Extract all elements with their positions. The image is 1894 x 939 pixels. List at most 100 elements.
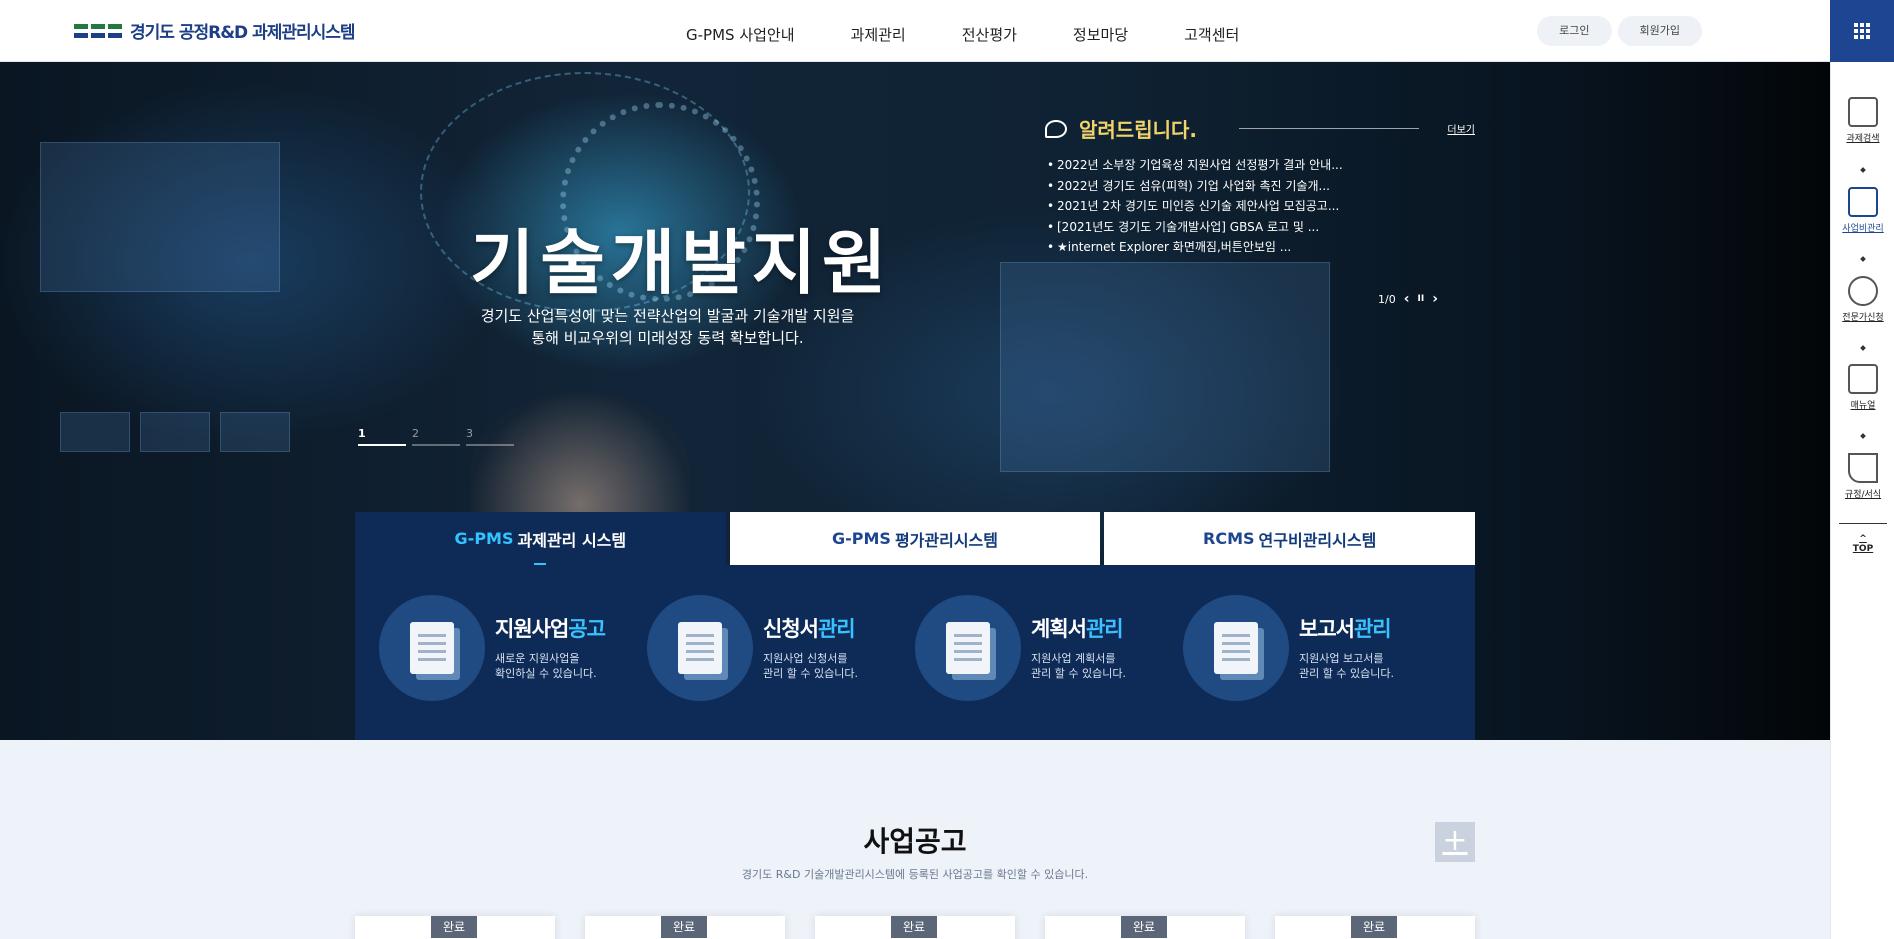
next-arrow-icon[interactable]: › <box>1432 292 1438 306</box>
status-badge: 완료 <box>1351 916 1397 938</box>
budget-document-icon <box>1848 187 1878 217</box>
slide-indicator-2[interactable]: 2 <box>412 427 460 446</box>
tab-label: 연구비관리시스템 <box>1258 530 1377 550</box>
hero-title: 기술개발지원 <box>470 222 893 304</box>
business-card[interactable]: 완료 <box>1275 916 1475 939</box>
signup-button[interactable]: 회원가입 <box>1617 16 1702 46</box>
notice-item[interactable]: [2021년도 경기도 기술개발사업] GBSA 로고 및 ... <box>1045 217 1475 238</box>
card-plan-management[interactable]: 계획서관리 지원사업 계획서를 관리 할 수 있습니다. <box>915 595 1183 741</box>
quick-item-budget-management[interactable]: 사업비관리 <box>1831 187 1894 234</box>
status-badge: 완료 <box>431 916 477 938</box>
application-form-icon <box>647 595 753 701</box>
notice-item[interactable]: 2022년 소부장 기업육성 지원사업 선정평가 결과 안내... <box>1045 155 1475 176</box>
quick-item-label: 매뉴얼 <box>1850 401 1876 411</box>
back-to-top-button[interactable]: ^ TOP <box>1831 534 1894 554</box>
card-description: 새로운 지원사업을 확인하실 수 있습니다. <box>495 652 597 680</box>
more-plus-button[interactable]: + <box>1435 822 1475 862</box>
notice-item[interactable]: ★internet Explorer 화면깨짐,버튼안보임 ... <box>1045 237 1475 258</box>
tab-label: 평가관리시스템 <box>894 530 998 550</box>
quick-divider-dot <box>1860 167 1866 173</box>
business-notice-section: 사업공고 경기도 R&D 기술개발관리시스템에 등록된 사업공고를 확인할 수 … <box>0 740 1830 939</box>
notice-item[interactable]: 2022년 경기도 섬유(피혁) 기업 사업화 촉진 기술개... <box>1045 176 1475 197</box>
card-title: 신청서관리 <box>763 617 856 641</box>
card-description: 지원사업 신청서를 관리 할 수 있습니다. <box>763 652 858 680</box>
tab-accent: G-PMS <box>454 529 514 548</box>
prev-arrow-icon[interactable]: ‹ <box>1404 292 1410 306</box>
card-report-management[interactable]: 보고서관리 지원사업 보고서를 관리 할 수 있습니다. <box>1183 595 1451 741</box>
main-nav: G-PMS 사업안내 과제관리 전산평가 정보마당 고객센터 <box>686 24 1295 45</box>
card-title: 지원사업공고 <box>495 617 606 641</box>
business-card-list: 완료 완료 완료 완료 완료 <box>355 916 1475 939</box>
nav-item-evaluation[interactable]: 전산평가 <box>962 24 1017 45</box>
business-card[interactable]: 완료 <box>585 916 785 939</box>
hero-background-panel <box>60 412 130 452</box>
card-description: 지원사업 계획서를 관리 할 수 있습니다. <box>1031 652 1126 680</box>
quick-item-expert-application[interactable]: 전문가신청 <box>1831 276 1894 323</box>
nav-item-customer-center[interactable]: 고객센터 <box>1184 24 1239 45</box>
login-button[interactable]: 로그인 <box>1537 16 1612 46</box>
hero-background-panel <box>40 142 280 292</box>
card-title: 계획서관리 <box>1031 617 1124 641</box>
logo-mark-icon <box>74 23 122 38</box>
card-text: 지원사업공고 새로운 지원사업을 확인하실 수 있습니다. <box>495 613 615 681</box>
quick-item-label: 사업비관리 <box>1842 224 1884 234</box>
tab-rcms[interactable]: RCMS 연구비관리시스템 <box>1104 512 1476 565</box>
quick-menu: 과제검색 사업비관리 전문가신청 매뉴얼 규정/서식 ^ TOP <box>1830 62 1894 939</box>
nav-item-info[interactable]: 정보마당 <box>1073 24 1128 45</box>
chevron-up-icon: ^ <box>1859 534 1867 544</box>
status-badge: 완료 <box>1121 916 1167 938</box>
util-links: 로그인 회원가입 <box>1537 16 1702 46</box>
notice-pager: 1/0 <box>1378 292 1396 306</box>
pause-icon[interactable]: II <box>1417 294 1424 304</box>
card-text: 계획서관리 지원사업 계획서를 관리 할 수 있습니다. <box>1031 613 1151 681</box>
nav-item-business-guide[interactable]: G-PMS 사업안내 <box>686 24 795 45</box>
quick-item-regulations[interactable]: 규정/서식 <box>1831 453 1894 500</box>
hero-subtitle-line: 경기도 산업특성에 맞는 전략산업의 발굴과 기술개발 지원을 <box>480 307 855 325</box>
card-text: 보고서관리 지원사업 보고서를 관리 할 수 있습니다. <box>1299 613 1419 681</box>
card-description: 지원사업 보고서를 관리 할 수 있습니다. <box>1299 652 1394 680</box>
notice-divider <box>1239 128 1420 129</box>
notice-list: 2022년 소부장 기업육성 지원사업 선정평가 결과 안내... 2022년 … <box>1045 155 1475 258</box>
all-menu-button[interactable] <box>1830 0 1894 62</box>
slide-indicator-1[interactable]: 1 <box>358 427 406 446</box>
tab-panel-project-management: 지원사업공고 새로운 지원사업을 확인하실 수 있습니다. 신청서관리 지원사업 … <box>355 565 1475 741</box>
card-application-management[interactable]: 신청서관리 지원사업 신청서를 관리 할 수 있습니다. <box>647 595 915 741</box>
section-title: 사업공고 <box>863 825 967 858</box>
tab-accent: G-PMS <box>832 529 891 548</box>
monitor-search-icon <box>1848 97 1878 127</box>
notice-more-link[interactable]: 더보기 <box>1447 121 1475 136</box>
tab-evaluation-management[interactable]: G-PMS 평가관리시스템 <box>729 512 1101 565</box>
report-document-icon <box>1183 595 1289 701</box>
quick-item-project-search[interactable]: 과제검색 <box>1831 97 1894 144</box>
hero-background-panel <box>1000 262 1330 472</box>
card-text: 신청서관리 지원사업 신청서를 관리 할 수 있습니다. <box>763 613 883 681</box>
quick-divider-dot <box>1860 256 1866 262</box>
megaphone-icon <box>1045 119 1067 138</box>
business-card[interactable]: 완료 <box>355 916 555 939</box>
notice-title: 알려드립니다. <box>1079 118 1197 142</box>
nav-item-project-management[interactable]: 과제관리 <box>851 24 906 45</box>
quick-item-label: 규정/서식 <box>1844 490 1882 500</box>
status-badge: 완료 <box>661 916 707 938</box>
notice-item[interactable]: 2021년 2차 경기도 미인증 신기술 제안사업 모집공고... <box>1045 196 1475 217</box>
quick-item-label: 전문가신청 <box>1842 313 1884 323</box>
card-support-notice[interactable]: 지원사업공고 새로운 지원사업을 확인하실 수 있습니다. <box>379 595 647 741</box>
business-card[interactable]: 완료 <box>815 916 1015 939</box>
site-logo[interactable]: 경기도 공정R&D 과제관리시스템 <box>74 18 356 43</box>
section-subtitle: 경기도 R&D 기술개발관리시스템에 등록된 사업공고를 확인할 수 있습니다. <box>741 868 1089 881</box>
tab-project-management[interactable]: G-PMS 과제관리 시스템 <box>355 512 726 565</box>
quick-item-label: 과제검색 <box>1846 134 1880 144</box>
hero-subtitle: 경기도 산업특성에 맞는 전략산업의 발굴과 기술개발 지원을 통해 비교우위의… <box>470 305 865 349</box>
quick-item-manual[interactable]: 매뉴얼 <box>1831 364 1894 411</box>
folder-document-icon <box>379 595 485 701</box>
notice-board: 알려드립니다. 더보기 2022년 소부장 기업육성 지원사업 선정평가 결과 … <box>1045 114 1475 258</box>
manual-book-icon <box>1848 364 1878 394</box>
site-header: 경기도 공정R&D 과제관리시스템 G-PMS 사업안내 과제관리 전산평가 정… <box>0 0 1830 62</box>
hero-subtitle-line: 통해 비교우위의 미래성장 동력 확보합니다. <box>531 329 804 347</box>
business-card[interactable]: 완료 <box>1045 916 1245 939</box>
status-badge: 완료 <box>891 916 937 938</box>
hero-background-panel <box>220 412 290 452</box>
slide-indicator-3[interactable]: 3 <box>466 427 514 446</box>
tab-accent: RCMS <box>1203 529 1255 548</box>
tab-label: 과제관리 시스템 <box>517 530 627 550</box>
